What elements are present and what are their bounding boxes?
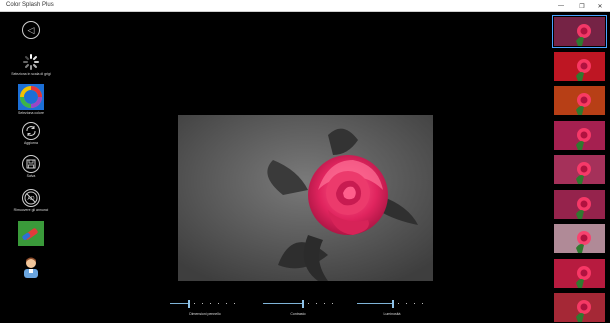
title-bar: Color Splash Plus — ❐ ✕ xyxy=(0,0,610,12)
contrast-slider[interactable] xyxy=(263,300,333,308)
refresh-label: Aggiorna xyxy=(23,141,38,145)
filter-thumbnail[interactable] xyxy=(554,258,605,288)
app-title: Color Splash Plus xyxy=(6,2,54,8)
slider-tick xyxy=(406,303,407,304)
brightness-slider-group: Luminosità xyxy=(357,300,427,316)
tool-brush-button[interactable] xyxy=(10,221,52,246)
main-area: ◁ Seleziona in scala di grigi Seleziona … xyxy=(0,12,610,323)
slider-thumb[interactable] xyxy=(188,300,190,308)
close-button[interactable]: ✕ xyxy=(590,0,610,12)
slider-tick xyxy=(226,303,227,304)
slider-tick xyxy=(202,303,203,304)
slider-tick xyxy=(324,303,325,304)
brush-size-slider[interactable] xyxy=(170,300,240,308)
brightness-label: Luminosità xyxy=(383,312,401,316)
save-label: Salva xyxy=(26,174,36,178)
slider-tick xyxy=(210,303,211,304)
back-arrow-icon: ◁ xyxy=(22,21,40,39)
color-wheel-icon xyxy=(18,84,44,110)
slider-tick xyxy=(332,303,333,304)
profile-button[interactable] xyxy=(10,256,52,278)
save-disk-icon xyxy=(22,155,40,173)
filter-thumbnail[interactable] xyxy=(554,293,605,322)
rose-photo xyxy=(178,115,433,281)
contrast-label: Contrasto xyxy=(290,312,306,316)
refresh-icon xyxy=(22,122,40,140)
remove-ads-label: Rimuovere gli annunci xyxy=(13,208,49,212)
slider-thumb[interactable] xyxy=(392,300,394,308)
svg-text:AD: AD xyxy=(28,196,35,202)
grayscale-select-label: Seleziona in scala di grigi xyxy=(11,72,51,76)
no-ads-icon: AD xyxy=(22,189,40,207)
avatar-icon xyxy=(24,257,38,278)
slider-tick xyxy=(234,303,235,304)
save-button[interactable]: Salva xyxy=(10,155,52,178)
back-button[interactable]: ◁ xyxy=(10,21,52,39)
brush-size-label: Dimensioni pennello xyxy=(189,312,221,316)
filter-thumbnail[interactable] xyxy=(554,120,605,150)
slider-tick xyxy=(398,303,399,304)
filter-thumbnail[interactable] xyxy=(552,15,607,48)
minimize-button[interactable]: — xyxy=(551,0,571,12)
slider-fill xyxy=(170,303,188,304)
brush-tool-icon xyxy=(18,221,44,246)
grayscale-spinner-icon xyxy=(23,54,39,70)
slider-tick xyxy=(414,303,415,304)
color-select-button[interactable]: Seleziona colore xyxy=(10,84,52,115)
slider-tick xyxy=(218,303,219,304)
slider-fill xyxy=(263,303,302,304)
brightness-slider[interactable] xyxy=(357,300,427,308)
filter-thumbnail[interactable] xyxy=(554,189,605,219)
maximize-button[interactable]: ❐ xyxy=(572,0,592,12)
brush-size-slider-group: Dimensioni pennello xyxy=(170,300,240,316)
refresh-button[interactable]: Aggiorna xyxy=(10,122,52,145)
color-select-label: Seleziona colore xyxy=(18,111,44,115)
slider-tick xyxy=(316,303,317,304)
image-canvas[interactable] xyxy=(178,115,433,281)
slider-thumb[interactable] xyxy=(302,300,304,308)
slider-tick xyxy=(308,303,309,304)
slider-tick xyxy=(422,303,423,304)
filter-thumbnail[interactable] xyxy=(554,224,605,253)
remove-ads-button[interactable]: AD Rimuovere gli annunci xyxy=(10,189,52,212)
slider-fill xyxy=(357,303,392,304)
filter-thumbnail[interactable] xyxy=(554,51,605,81)
slider-tick xyxy=(194,303,195,304)
filter-thumbnail[interactable] xyxy=(554,86,605,115)
filter-thumbnail[interactable] xyxy=(554,155,605,184)
grayscale-select-button[interactable]: Seleziona in scala di grigi xyxy=(10,53,52,76)
contrast-slider-group: Contrasto xyxy=(263,300,333,316)
